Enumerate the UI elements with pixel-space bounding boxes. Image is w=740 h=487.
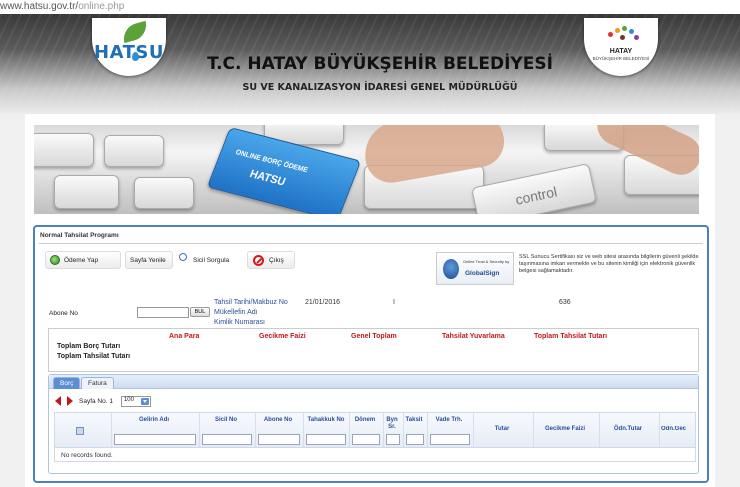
lock-icon [443, 259, 459, 279]
exit-button[interactable]: Çıkış [247, 251, 295, 269]
globalsign-seal[interactable]: Online Trust & Security by GlobalSign [436, 252, 514, 285]
tab-borc[interactable]: Borç [53, 377, 81, 389]
filter-donem[interactable] [352, 434, 380, 445]
pay-button[interactable]: Ödeme Yap [45, 251, 121, 269]
select-all-checkbox[interactable] [76, 427, 84, 435]
collection-panel: Normal Tahsilat Programı Ödeme Yap Sayfa… [33, 225, 709, 483]
keyboard-key [134, 177, 194, 209]
abone-label: Abone No [49, 310, 78, 317]
find-button[interactable]: BUL [190, 307, 210, 317]
url-host: www.hatsu.gov.tr/ [0, 1, 79, 12]
banner-key-line1: ONLINE BORÇ ÖDEME [234, 149, 309, 175]
detail-tabs: Borç Fatura Sayfa No. 1 100 Gelirin Adı … [48, 374, 699, 474]
column-header[interactable]: Gecikme Faizi [533, 426, 597, 433]
banner-key-line2: HATSU [247, 167, 288, 189]
next-page-icon[interactable] [67, 396, 73, 406]
keyboard-key [54, 175, 119, 209]
exit-button-label: Çıkış [269, 256, 284, 264]
hatay-logo-subtitle: BÜYÜKŞEHİR BELEDİYESİ [592, 56, 650, 61]
address-bar[interactable]: www.hatsu.gov.tr/online.php [0, 0, 740, 14]
keyboard-key [34, 133, 94, 167]
ssl-info-text: SSL Sunucu Sertifikası siz ve web sitesi… [519, 254, 699, 274]
url-path: online.php [78, 1, 125, 12]
pay-button-label: Ödeme Yap [64, 256, 99, 264]
summary-box: Ana Para Gecikme Faizi Genel Toplam Tahs… [48, 328, 699, 372]
page-size-value: 100 [123, 396, 134, 403]
leaf-icon [120, 20, 150, 44]
divider [39, 243, 703, 244]
control-key: control [471, 162, 597, 214]
globe-icon [50, 255, 60, 265]
column-header[interactable]: Ödn.Tutar [599, 426, 657, 433]
total-debt-label: Toplam Borç Tutarı [57, 343, 121, 350]
receipt-date: 21/01/2016 [305, 299, 341, 306]
filter-taksit[interactable] [406, 434, 424, 445]
paginator: Sayfa No. 1 100 [55, 395, 151, 407]
search-icon [179, 253, 187, 261]
panel-title: Normal Tahsilat Programı [40, 232, 119, 239]
column-header[interactable]: Tutar [473, 426, 531, 433]
column-header[interactable]: Gelirin Adı [111, 417, 197, 424]
filter-gelirin-adi[interactable] [114, 434, 196, 445]
previous-page-icon[interactable] [55, 396, 61, 406]
summary-header: Gecikme Faizi [259, 333, 306, 340]
receipt-number: 636 [559, 299, 571, 306]
summary-header: Ana Para [169, 333, 200, 340]
column-header[interactable]: Ödn.Gec [661, 426, 697, 433]
colorful-dots-icon [608, 26, 639, 42]
query-button-label: Sicil Sorgula [193, 256, 230, 264]
query-button[interactable]: Sicil Sorgula [175, 251, 245, 269]
main-content: ONLINE BORÇ ÖDEME HATSU control Normal T… [25, 114, 715, 487]
payer-name-label: Mükellefin Adı [214, 309, 258, 316]
hatay-logo-title: HATAY [609, 48, 633, 55]
seal-brand: GlobalSign [465, 270, 500, 277]
column-header[interactable]: Tahakkuk No [305, 417, 347, 424]
column-header[interactable]: Byn Sr. [383, 417, 401, 431]
site-header: HATSU T.C. HATAY BÜYÜKŞEHİR BELEDİYESİ S… [0, 14, 740, 114]
page-size-select[interactable]: 100 [120, 395, 151, 407]
online-payment-banner: ONLINE BORÇ ÖDEME HATSU control [34, 125, 699, 214]
filter-sicil-no[interactable] [202, 434, 252, 445]
summary-header: Genel Toplam [351, 333, 397, 340]
chevron-down-icon [140, 397, 149, 405]
column-divider [303, 413, 304, 447]
empty-grid-message: No records found. [54, 448, 696, 462]
id-number-label: Kimlik Numarası [214, 319, 265, 326]
column-header[interactable]: Dönem [349, 417, 381, 424]
receipt-label: Tahsil Tarihi/Makbuz No [214, 299, 288, 306]
page-number-label: Sayfa No. 1 [79, 397, 113, 405]
tab-fatura[interactable]: Fatura [81, 377, 114, 389]
page-subtitle: SU VE KANALIZASYON İDARESİ GENEL MÜDÜRLÜ… [242, 82, 518, 93]
total-collection-label: Toplam Tahsilat Tutarı [57, 353, 131, 360]
column-divider [659, 413, 660, 447]
summary-header: Tahsilat Yuvarlama [442, 333, 505, 340]
control-key-label: control [513, 183, 559, 208]
keyboard-key [104, 135, 164, 167]
tab-strip: Borç Fatura [49, 375, 698, 389]
abone-input[interactable] [137, 307, 189, 318]
column-header[interactable]: Taksit [403, 417, 425, 424]
receipt-separator: I [393, 299, 395, 306]
summary-header: Toplam Tahsilat Tutarı [534, 333, 608, 340]
column-header[interactable]: Abone No [255, 417, 301, 424]
grid-header: Gelirin Adı Sicil No Abone No Tahakkuk N… [54, 412, 696, 448]
filter-byn-sr[interactable] [386, 434, 400, 445]
refresh-button[interactable]: Sayfa Yenile [125, 251, 173, 269]
filter-vade-trh[interactable] [430, 434, 470, 445]
stop-icon [253, 254, 264, 266]
column-header[interactable]: Sicil No [199, 417, 253, 424]
filter-tahakkuk-no[interactable] [306, 434, 346, 445]
filter-abone-no[interactable] [258, 434, 300, 445]
refresh-button-label: Sayfa Yenile [130, 256, 166, 264]
seal-caption: Online Trust & Security by [463, 259, 510, 264]
column-header[interactable]: Vade Trh. [427, 417, 471, 424]
